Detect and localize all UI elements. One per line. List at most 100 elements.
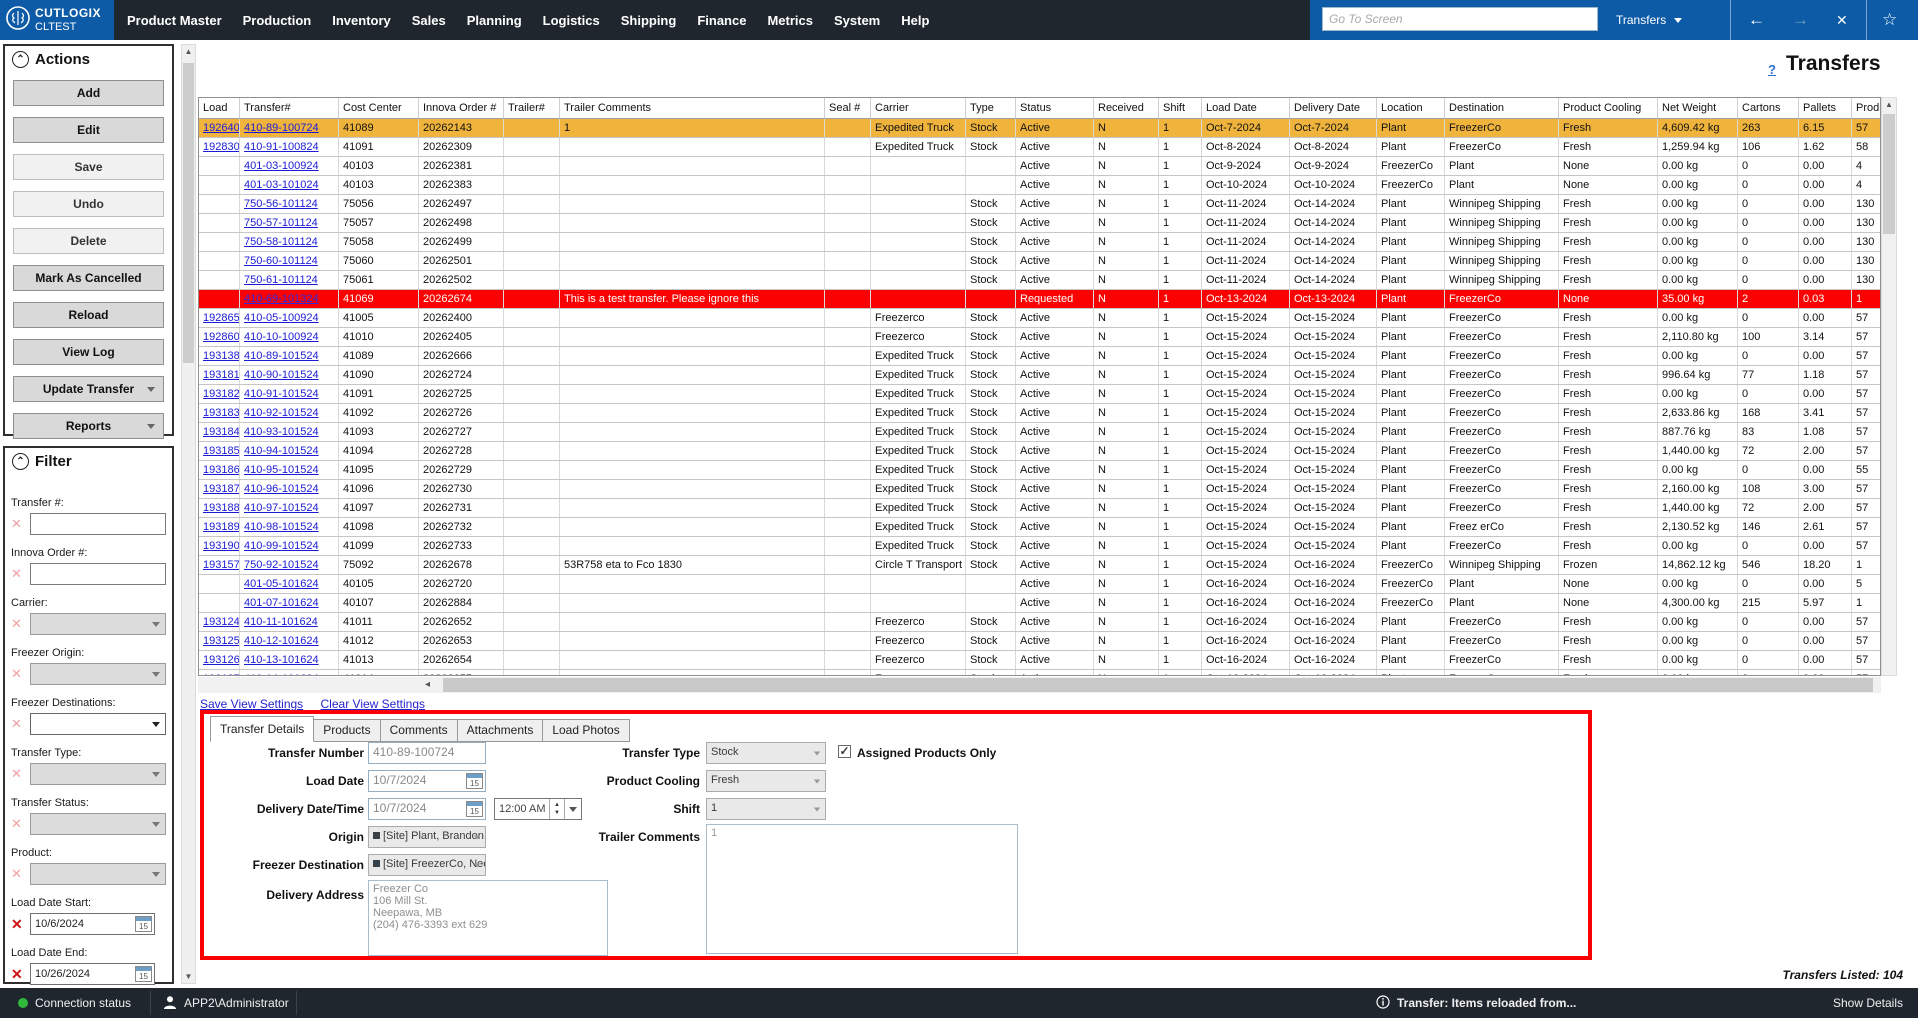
load-link[interactable]: 193183 <box>203 407 239 419</box>
column-header-product-count[interactable]: Product Count <box>1851 98 1880 119</box>
column-header-net-weight[interactable]: Net Weight <box>1657 98 1738 119</box>
tab-transfer-details[interactable]: Transfer Details <box>210 716 315 742</box>
load-link[interactable]: 192640 <box>203 122 239 134</box>
grid-vertical-scrollbar[interactable]: ▲ <box>1881 97 1897 676</box>
column-header-innova-order[interactable]: Innova Order # <box>418 98 504 119</box>
scrollbar-thumb[interactable] <box>183 63 194 363</box>
transfer-link[interactable]: 750-56-101124 <box>244 198 318 210</box>
load-link[interactable]: 193124 <box>203 616 239 628</box>
help-link[interactable]: ? <box>1768 62 1776 77</box>
go-to-screen-input[interactable] <box>1322 7 1598 31</box>
calendar-icon[interactable]: 15 <box>135 966 152 982</box>
load-link[interactable]: 192830 <box>203 141 239 153</box>
transfer-link[interactable]: 410-11-101624 <box>244 616 318 628</box>
scroll-left-icon[interactable]: ◂ <box>425 679 430 690</box>
menu-finance[interactable]: Finance <box>697 13 746 28</box>
load-link[interactable]: 193182 <box>203 388 239 400</box>
transfer-link[interactable]: 410-13-101624 <box>244 654 319 666</box>
delete-button[interactable]: Delete <box>13 228 164 254</box>
menu-sales[interactable]: Sales <box>412 13 446 28</box>
transfer-link[interactable]: 410-12-101624 <box>244 635 319 647</box>
clear-filter-icon[interactable]: ✕ <box>11 662 30 686</box>
forward-arrow-icon[interactable]: → <box>1792 0 1809 40</box>
clear-view-settings-link[interactable]: Clear View Settings <box>321 697 426 711</box>
table-row[interactable]: 750-60-101124 75060 20262501 Stock Active N 1 O… <box>199 251 1880 271</box>
filter-date-input[interactable]: 10/6/2024 15 <box>30 913 155 935</box>
table-row[interactable]: 193184 410-93-101524 41093 20262727 Expedite… <box>199 422 1880 442</box>
tab-products[interactable]: Products <box>314 719 381 742</box>
menu-help[interactable]: Help <box>901 13 929 28</box>
column-header-pallets[interactable]: Pallets <box>1798 98 1852 119</box>
transfer-link[interactable]: 410-99-101524 <box>244 540 319 552</box>
origin-combobox[interactable]: [Site] Plant, Brandon, <box>368 826 486 848</box>
freezer-destination-combobox[interactable]: [Site] FreezerCo, Neep <box>368 854 486 876</box>
column-header-shift[interactable]: Shift <box>1158 98 1202 119</box>
menu-logistics[interactable]: Logistics <box>543 13 600 28</box>
calendar-icon[interactable]: 15 <box>135 916 152 932</box>
column-header-destination[interactable]: Destination <box>1444 98 1559 119</box>
filter-date-input[interactable]: 10/26/2024 15 <box>30 963 155 985</box>
clear-filter-icon[interactable]: ✕ <box>11 812 30 836</box>
table-row[interactable]: 193138 410-89-101524 41089 20262666 Expedite… <box>199 346 1880 366</box>
save-view-settings-link[interactable]: Save View Settings <box>200 697 303 711</box>
mark-as-cancelled-button[interactable]: Mark As Cancelled <box>13 265 164 291</box>
menu-shipping[interactable]: Shipping <box>621 13 677 28</box>
table-row[interactable]: 193189 410-98-101524 41098 20262732 Expedite… <box>199 517 1880 537</box>
table-row[interactable]: 193185 410-94-101524 41094 20262728 Expedite… <box>199 441 1880 461</box>
transfer-link[interactable]: 410-05-100924 <box>244 312 319 324</box>
transfer-link[interactable]: 750-92-101524 <box>244 559 319 571</box>
content-scrollbar[interactable]: ▲ ▼ <box>181 44 196 984</box>
table-row[interactable]: 193187 410-96-101524 41096 20262730 Expedite… <box>199 479 1880 499</box>
transfer-link[interactable]: 750-58-101124 <box>244 236 318 248</box>
table-row[interactable]: 193182 410-91-101524 41091 20262725 Expedite… <box>199 384 1880 404</box>
back-arrow-icon[interactable]: ← <box>1748 0 1765 40</box>
column-header-seal[interactable]: Seal # <box>824 98 871 119</box>
table-row[interactable]: 410-69-101324 41069 20262674 This is a test… <box>199 289 1880 309</box>
transfer-link[interactable]: 410-97-101524 <box>244 502 319 514</box>
table-row[interactable]: 401-03-101024 40103 20262383 Active N 1 Oct-10… <box>199 175 1880 195</box>
column-header-location[interactable]: Location <box>1376 98 1445 119</box>
screen-selector-dropdown[interactable]: Transfers <box>1616 0 1683 40</box>
transfer-link[interactable]: 410-92-101524 <box>244 407 319 419</box>
load-link[interactable]: 193181 <box>203 369 239 381</box>
table-row[interactable]: 193125 410-12-101624 41012 20262653 Freezerc… <box>199 631 1880 651</box>
table-row[interactable]: 192865 410-05-100924 41005 20262400 Freezerc… <box>199 308 1880 328</box>
column-header-load-date[interactable]: Load Date <box>1201 98 1290 119</box>
table-row[interactable]: 750-61-101124 75061 20262502 Stock Active N 1 O… <box>199 270 1880 290</box>
menu-system[interactable]: System <box>834 13 880 28</box>
clear-filter-icon[interactable]: ✕ <box>11 862 30 886</box>
table-row[interactable]: 193190 410-99-101524 41099 20262733 Expedite… <box>199 536 1880 556</box>
load-link[interactable]: 193184 <box>203 426 239 438</box>
trailer-comments-textarea[interactable]: 1 <box>706 824 1018 954</box>
filter-text-input[interactable] <box>30 513 166 535</box>
load-link[interactable]: 193125 <box>203 635 239 647</box>
transfer-number-input[interactable]: 410-89-100724 <box>368 742 486 764</box>
table-row[interactable]: 192640 410-89-100724 41089 20262143 1 Expedit… <box>199 118 1880 138</box>
product-cooling-dropdown[interactable]: Fresh <box>706 770 826 792</box>
column-header-cartons[interactable]: Cartons <box>1737 98 1799 119</box>
column-header-load[interactable]: Load <box>199 98 240 119</box>
transfer-link[interactable]: 410-91-100824 <box>244 141 319 153</box>
table-row[interactable]: 193183 410-92-101524 41092 20262726 Expedite… <box>199 403 1880 423</box>
table-row[interactable]: 193126 410-13-101624 41013 20262654 Freezerc… <box>199 650 1880 670</box>
load-link[interactable]: 193157 <box>203 559 239 571</box>
load-date-input[interactable]: 10/7/2024 15 <box>368 770 486 792</box>
clear-filter-icon[interactable]: ✕ <box>11 962 30 986</box>
table-row[interactable]: 401-07-101624 40107 20262884 Active N 1 Oct-16… <box>199 593 1880 613</box>
transfer-link[interactable]: 410-93-101524 <box>244 426 319 438</box>
column-header-trailer-comments[interactable]: Trailer Comments <box>559 98 825 119</box>
collapse-filter-icon[interactable]: ⌃ <box>12 453 29 470</box>
grid-horizontal-scrollbar[interactable]: ◂ <box>198 677 1881 693</box>
close-icon[interactable]: ✕ <box>1836 0 1848 40</box>
transfer-link[interactable]: 410-98-101524 <box>244 521 319 533</box>
scroll-down-icon[interactable]: ▼ <box>182 972 195 981</box>
filter-select[interactable] <box>30 763 166 785</box>
transfer-link[interactable]: 401-03-100924 <box>244 160 319 172</box>
scroll-up-icon[interactable]: ▲ <box>1882 100 1896 109</box>
scrollbar-thumb[interactable] <box>443 678 1873 692</box>
transfer-link[interactable]: 410-69-101324 <box>244 293 319 305</box>
transfer-link[interactable]: 410-89-101524 <box>244 350 319 362</box>
table-row[interactable]: 192830 410-91-100824 41091 20262309 Expedite… <box>199 137 1880 157</box>
view-log-button[interactable]: View Log <box>13 339 164 365</box>
transfer-link[interactable]: 750-60-101124 <box>244 255 318 267</box>
